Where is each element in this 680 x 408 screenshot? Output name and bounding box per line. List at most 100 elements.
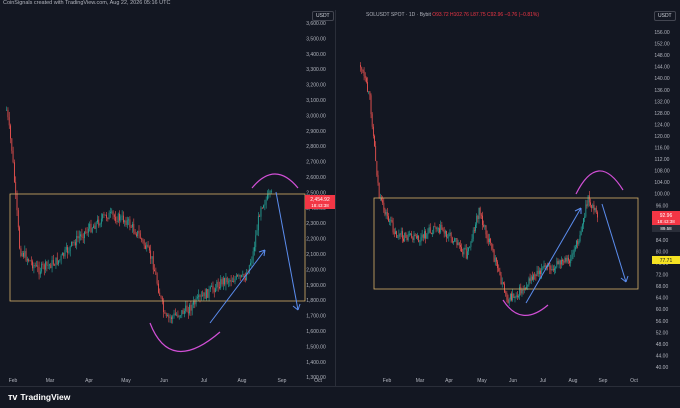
candle-body [405,232,407,238]
candle-body [164,312,166,314]
candle-body [408,233,410,235]
candle-body [209,286,211,290]
candle-body [398,234,400,237]
candle-body [457,242,459,245]
candle-body [87,228,89,233]
candle-body [196,297,198,299]
candle-body [458,242,460,246]
price-axis-label: 124.00 [654,122,670,128]
candle-body [150,250,152,259]
top-arc [575,170,624,195]
down-arrow [601,203,627,283]
candle-body [467,251,468,259]
price-axis-label: 2,700.00 [306,160,326,166]
candle-body [507,299,509,304]
candle-body [61,252,63,256]
candle-body [552,268,554,271]
candle-body [432,233,433,235]
candle-body [544,265,546,267]
price-axis-label: 152.00 [654,42,670,48]
candle-body [436,228,438,230]
candle-body [392,222,394,233]
candle-body [509,293,511,300]
down-arrow-head [292,303,301,311]
candle-body [181,310,183,316]
candle-body [543,265,545,268]
candle-body [565,257,567,262]
right-chart-pane[interactable]: SOLUSDT SPOT · 1D · Bybit O93.72 H102.76… [336,10,680,386]
candle-body [55,257,57,266]
left-chart-svg[interactable]: 3,600.00 3,500.00 3,400.00 3,300.00 3,200.00… [0,10,335,386]
candle-body [225,277,227,285]
tradingview-logo[interactable]: ᴛᴠ TradingView [8,392,70,402]
price-axis-label: 96.00 [656,203,669,209]
candle-body [522,289,524,291]
candle-body [100,218,102,224]
candle-body [186,305,188,312]
candle-body [541,268,543,274]
candle-body [38,267,40,275]
candle-body [255,235,257,248]
candle-body [360,65,361,68]
candle-body [54,264,56,266]
time-axis-label: Mar [416,378,425,384]
candle-body [222,277,224,285]
candle-body [212,285,214,290]
price-axis-label: 2,900.00 [306,129,326,135]
candle-body [593,204,595,211]
candle-body [137,230,139,236]
candle-body [158,283,159,293]
candle-body [169,317,171,319]
extra-price-label: 89.58 [660,226,672,231]
candle-body [231,281,233,282]
price-axis-label: 1,900.00 [306,283,326,289]
candle-body [24,251,26,257]
candle-body [473,230,475,232]
price-axis-label: 2,000.00 [306,267,326,273]
price-axis-label: 3,400.00 [306,52,326,58]
candle-body [386,212,388,217]
candle-body [151,256,153,259]
candle-body [178,315,180,317]
candle-body [47,264,49,266]
time-axis-label: May [477,378,487,384]
tradingview-logo-icon: ᴛᴠ [8,392,18,402]
price-axis-label: 3,500.00 [306,36,326,42]
candle-body [501,282,503,285]
candle-body [494,257,496,262]
candle-body [217,281,219,288]
candle-body [537,270,539,274]
candle-body [372,126,374,136]
candle-body [503,282,504,284]
candle-body [363,71,365,76]
candle-body [12,150,14,163]
candle-body [535,275,537,277]
candle-body [98,219,100,226]
candle-body [191,304,193,311]
candle-body [74,242,76,246]
candle-body [198,295,200,298]
candle-body [377,175,379,183]
candle-body [455,238,457,239]
candle-body [176,314,177,316]
candle-body [94,225,96,229]
candle-body [588,195,590,203]
candle-body [41,263,43,272]
candle-body [15,181,17,194]
candle-body [170,317,172,319]
candle-body [361,67,363,70]
right-currency-button[interactable]: USDT [654,11,676,21]
right-chart-svg[interactable]: 156.00 152.00 148.00 144.00 140.00 136.00 132.… [336,10,680,386]
candle-body [260,207,262,217]
candle-body [422,234,424,238]
candle-body [270,191,272,192]
candle-body [185,305,187,312]
candle-body [224,277,225,285]
candle-body [154,269,155,272]
left-chart-pane[interactable]: USDT 3,600.00 3,500.00 3,400.00 3,300.00 3,2… [0,10,335,386]
candle-body [447,237,449,238]
candle-body [395,231,396,234]
candle-body [451,237,453,243]
left-currency-button[interactable]: USDT [312,11,334,21]
candle-body [230,280,232,282]
